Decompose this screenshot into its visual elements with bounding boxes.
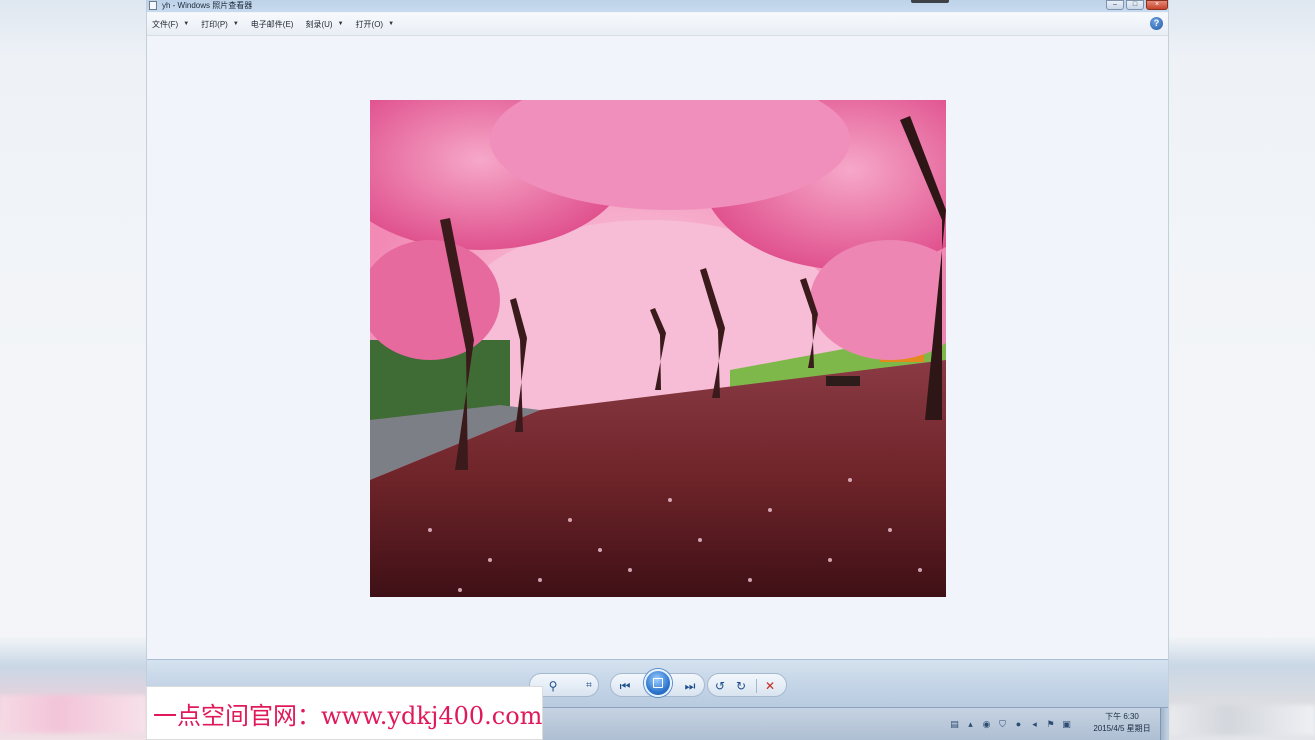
dropdown-arrow-icon: ▼ — [388, 21, 395, 27]
cherry-blossom-photo — [370, 100, 946, 597]
menu-burn-label: 刻录(U) — [305, 19, 333, 29]
menu-email-label: 电子邮件(E) — [250, 19, 294, 29]
zoom-icon[interactable]: ⚲ — [544, 677, 562, 695]
help-icon[interactable]: ? — [1150, 17, 1163, 30]
shield-icon[interactable]: ⛉ — [997, 719, 1008, 730]
blurred-background-bar — [1169, 705, 1315, 735]
menu-bar: 文件(F) ▼ 打印(P) ▼ 电子邮件(E) 刻录(U) ▼ 打开(O) ▼ … — [147, 13, 1168, 36]
volume-icon[interactable]: ◂ — [1029, 719, 1040, 730]
dropdown-arrow-icon: ▼ — [337, 21, 344, 27]
title-bar[interactable]: yh - Windows 照片查看器 – □ × — [147, 0, 1168, 12]
display-icon[interactable]: ▣ — [1061, 719, 1072, 730]
blurred-background-right — [1169, 0, 1315, 740]
menu-print-label: 打印(P) — [201, 19, 228, 29]
menu-print[interactable]: 打印(P) ▼ — [201, 19, 239, 30]
photo-viewer-window: yh - Windows 照片查看器 – □ × 文件(F) ▼ 打印(P) ▼… — [146, 0, 1169, 740]
window-title: yh - Windows 照片查看器 — [162, 1, 253, 10]
toolbar-divider — [756, 679, 757, 693]
show-desktop-button[interactable] — [1160, 708, 1168, 740]
menu-file[interactable]: 文件(F) ▼ — [152, 19, 189, 30]
qq-icon[interactable]: ● — [1013, 719, 1024, 730]
dropdown-arrow-icon: ▼ — [183, 21, 190, 27]
close-button[interactable]: × — [1146, 0, 1168, 10]
title-tab-marker — [911, 0, 949, 3]
menu-email[interactable]: 电子邮件(E) — [251, 19, 294, 30]
system-tray: ▤ ▴ ◉ ⛉ ● ◂ ⚑ ▣ — [949, 711, 1077, 737]
next-icon[interactable]: ⏭ — [681, 677, 699, 695]
slideshow-button[interactable] — [644, 669, 672, 697]
network-icon[interactable]: ◉ — [981, 719, 992, 730]
edit-group: ↺ ↻ ✕ — [707, 673, 787, 697]
action-center-icon[interactable]: ⚑ — [1045, 719, 1056, 730]
minimize-button[interactable]: – — [1106, 0, 1124, 10]
watermark-banner: 一点空间官网：www.ydkj400.com — [146, 686, 543, 740]
blurred-background-left — [0, 0, 146, 740]
delete-icon[interactable]: ✕ — [761, 677, 779, 695]
show-hidden-icons-icon[interactable]: ▴ — [965, 719, 976, 730]
taskbar-clock[interactable]: 下午 6:30 2015/4/5 星期日 — [1087, 711, 1157, 735]
rotate-counterclockwise-icon[interactable]: ↺ — [711, 677, 729, 695]
dropdown-arrow-icon: ▼ — [232, 21, 239, 27]
slideshow-icon — [653, 678, 663, 688]
rotate-clockwise-icon[interactable]: ↻ — [732, 677, 750, 695]
blurred-background-bar — [0, 695, 146, 733]
menu-open[interactable]: 打开(O) ▼ — [356, 19, 395, 30]
window-controls: – □ × — [1104, 0, 1168, 11]
menu-file-label: 文件(F) — [152, 19, 179, 29]
displayed-photo — [370, 100, 946, 597]
app-icon — [149, 1, 157, 10]
menu-open-label: 打开(O) — [355, 19, 384, 29]
fit-window-icon[interactable]: ⌗ — [580, 677, 598, 695]
flag-icon[interactable]: ▤ — [949, 719, 960, 730]
previous-icon[interactable]: ⏮ — [616, 677, 634, 695]
watermark-text: 一点空间官网：www.ydkj400.com — [153, 701, 543, 730]
maximize-button[interactable]: □ — [1126, 0, 1144, 10]
clock-date: 2015/4/5 星期日 — [1093, 724, 1151, 733]
menu-burn[interactable]: 刻录(U) ▼ — [305, 19, 343, 30]
clock-time: 下午 6:30 — [1105, 712, 1139, 721]
